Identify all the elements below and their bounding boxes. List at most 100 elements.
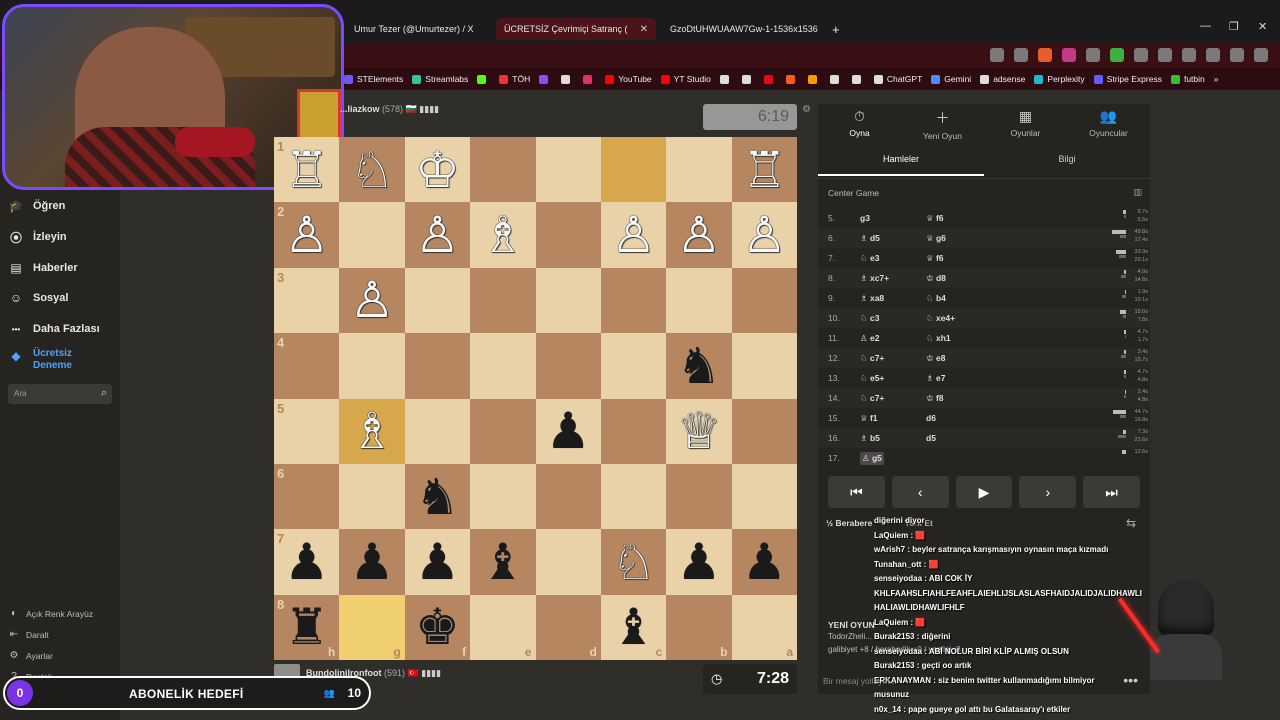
- extension-icon[interactable]: [1134, 48, 1148, 62]
- move-row[interactable]: 12. ♘ c7+ ♔ e8 3.4s 15.7s: [818, 348, 1150, 368]
- board-square[interactable]: [339, 333, 405, 399]
- sidebar-toggle-icon[interactable]: [1182, 48, 1196, 62]
- move-row[interactable]: 7. ♘ e3 ♕ f6 33.9s 20.1s: [818, 248, 1150, 268]
- board-square[interactable]: f ♚: [404, 594, 471, 660]
- brave-icon[interactable]: [1038, 48, 1052, 62]
- black-move[interactable]: ♘ xe4+: [926, 313, 955, 324]
- board-square[interactable]: [535, 267, 601, 334]
- chess-piece[interactable]: ♗: [480, 210, 525, 260]
- white-move[interactable]: ♙ e2: [860, 333, 879, 344]
- browser-tab-1[interactable]: ÜCRETSİZ Çevrimiçi Satranç ( ✕: [496, 18, 656, 40]
- tab-3[interactable]: 👥 Oyuncular: [1067, 108, 1150, 138]
- board-square[interactable]: ♟: [535, 398, 601, 464]
- board-square[interactable]: ♙: [600, 202, 667, 268]
- extension-icon[interactable]: [1158, 48, 1172, 62]
- chess-piece[interactable]: ♙: [284, 210, 329, 260]
- white-move[interactable]: ♘ c7+: [860, 393, 884, 404]
- board-square[interactable]: ♙: [404, 202, 471, 268]
- board-square[interactable]: a: [731, 594, 797, 660]
- board-square[interactable]: 7 ♟: [274, 529, 340, 595]
- board-square[interactable]: ♞: [404, 463, 471, 530]
- board-square[interactable]: [339, 463, 405, 530]
- tab-0[interactable]: ⏱ Oyna: [818, 108, 901, 138]
- black-move[interactable]: ♔ d8: [926, 273, 946, 284]
- free-trial-link[interactable]: ◆ Ücretsiz Deneme: [8, 348, 72, 372]
- subtab-info[interactable]: Bilgi: [984, 154, 1150, 174]
- move-row[interactable]: 5. g3 ♕ f6 9.7s 5.5s: [818, 208, 1150, 228]
- board-square[interactable]: [535, 137, 601, 203]
- last-move-button[interactable]: ⏭: [1083, 476, 1140, 508]
- tab-2[interactable]: ▦ Oyunlar: [984, 108, 1067, 138]
- board-square[interactable]: [535, 529, 601, 595]
- move-row[interactable]: 8. ♗ xc7+ ♔ d8 4.9s 14.8s: [818, 268, 1150, 288]
- bookmark-item[interactable]: [763, 74, 777, 84]
- first-move-button[interactable]: ⏮: [828, 476, 885, 508]
- board-square[interactable]: ♘: [339, 137, 405, 203]
- board-square[interactable]: 5: [274, 398, 340, 464]
- more-options-icon[interactable]: •••: [1123, 672, 1138, 688]
- chess-board[interactable]: 1 ♖ ♘ ♔ ♖ 2 ♙ ♙ ♗ ♙ ♙ ♙ 3 ♙ 4 ♞ 5 ♗ ♟ ♕ 6 ♞ 7 ♟ ♟ ♟ ♝ ♘ ♟ ♟ 8 h ♜ g f ♚ e d c ♝…: [274, 137, 797, 660]
- white-move[interactable]: ♘ e5+: [860, 373, 884, 384]
- sidebar-item-0[interactable]: 🎓 Öğren: [8, 198, 66, 214]
- black-move[interactable]: ♕ f6: [926, 253, 944, 264]
- board-square[interactable]: [731, 267, 797, 334]
- board-square[interactable]: [731, 463, 797, 530]
- bookmark-item[interactable]: futbin: [1170, 74, 1205, 84]
- board-square[interactable]: [535, 202, 601, 268]
- bookmark-item[interactable]: [741, 74, 755, 84]
- board-square[interactable]: c ♝: [600, 594, 667, 660]
- bookmark-item[interactable]: TÖH: [499, 74, 530, 84]
- board-square[interactable]: ♟: [731, 529, 797, 595]
- board-square[interactable]: [470, 463, 536, 530]
- bookmark-item[interactable]: [829, 74, 843, 84]
- chess-piece[interactable]: ♟: [546, 406, 591, 456]
- white-move[interactable]: ♘ c3: [860, 313, 879, 324]
- board-square[interactable]: 6: [274, 463, 340, 530]
- board-square[interactable]: ♙: [731, 202, 797, 268]
- board-square[interactable]: [666, 267, 732, 334]
- board-square[interactable]: [404, 333, 471, 399]
- board-square[interactable]: ♟: [666, 529, 732, 595]
- bookmark-item[interactable]: adsense: [980, 74, 1025, 84]
- bookmark-item[interactable]: [561, 74, 574, 84]
- extension-icon[interactable]: [1086, 48, 1100, 62]
- book-icon[interactable]: ▥: [1133, 187, 1142, 198]
- extension-icon[interactable]: [990, 48, 1004, 62]
- white-move[interactable]: ♘ e3: [860, 253, 879, 264]
- board-square[interactable]: ♟: [339, 529, 405, 595]
- browser-tab-0[interactable]: Umur Tezer (@Umurtezer) / X: [346, 18, 494, 40]
- board-square[interactable]: ♔: [404, 137, 471, 203]
- bookmark-item[interactable]: Streamlabs: [412, 74, 468, 84]
- board-square[interactable]: ♝: [470, 529, 536, 595]
- message-input[interactable]: Bir mesaj yollayın... •••: [818, 670, 1150, 692]
- board-square[interactable]: [470, 398, 536, 464]
- board-square[interactable]: ♗: [339, 398, 405, 464]
- opponent-info[interactable]: ...liazkow (578) 🇧🇬 ▮▮▮▮: [340, 104, 439, 115]
- bookmark-item[interactable]: Gemini: [931, 74, 971, 84]
- maximize-icon[interactable]: ❐: [1229, 20, 1239, 33]
- board-square[interactable]: [600, 463, 667, 530]
- white-move[interactable]: g3: [860, 213, 870, 223]
- board-square[interactable]: ♙: [666, 202, 732, 268]
- sidebar-bottom-item-0[interactable]: ◐ Açık Renk Arayüz: [8, 608, 93, 619]
- board-square[interactable]: ♟: [404, 529, 471, 595]
- new-tab-button[interactable]: +: [824, 18, 844, 40]
- white-move[interactable]: ♗ xc7+: [860, 273, 889, 284]
- board-square[interactable]: [535, 463, 601, 530]
- sidebar-bottom-item-2[interactable]: ⚙ Ayarlar: [8, 650, 53, 661]
- board-square[interactable]: [731, 333, 797, 399]
- black-move[interactable]: ♘ b4: [926, 293, 946, 304]
- tab-1[interactable]: ＋ Yeni Oyun: [901, 108, 984, 141]
- rewards-icon[interactable]: [1062, 48, 1076, 62]
- chess-piece[interactable]: ♖: [742, 145, 787, 195]
- chess-piece[interactable]: ♙: [677, 210, 722, 260]
- white-move[interactable]: ♕ f1: [860, 413, 878, 424]
- white-move[interactable]: ♗ b5: [860, 433, 880, 444]
- chess-piece[interactable]: ♗: [350, 406, 395, 456]
- bookmark-item[interactable]: [583, 74, 596, 84]
- move-row[interactable]: 17. ♙ g5 12.6s: [818, 448, 1150, 466]
- board-square[interactable]: [666, 463, 732, 530]
- board-square[interactable]: 4: [274, 333, 340, 399]
- board-square[interactable]: ♕: [666, 398, 732, 464]
- white-move[interactable]: ♙ g5: [860, 452, 884, 465]
